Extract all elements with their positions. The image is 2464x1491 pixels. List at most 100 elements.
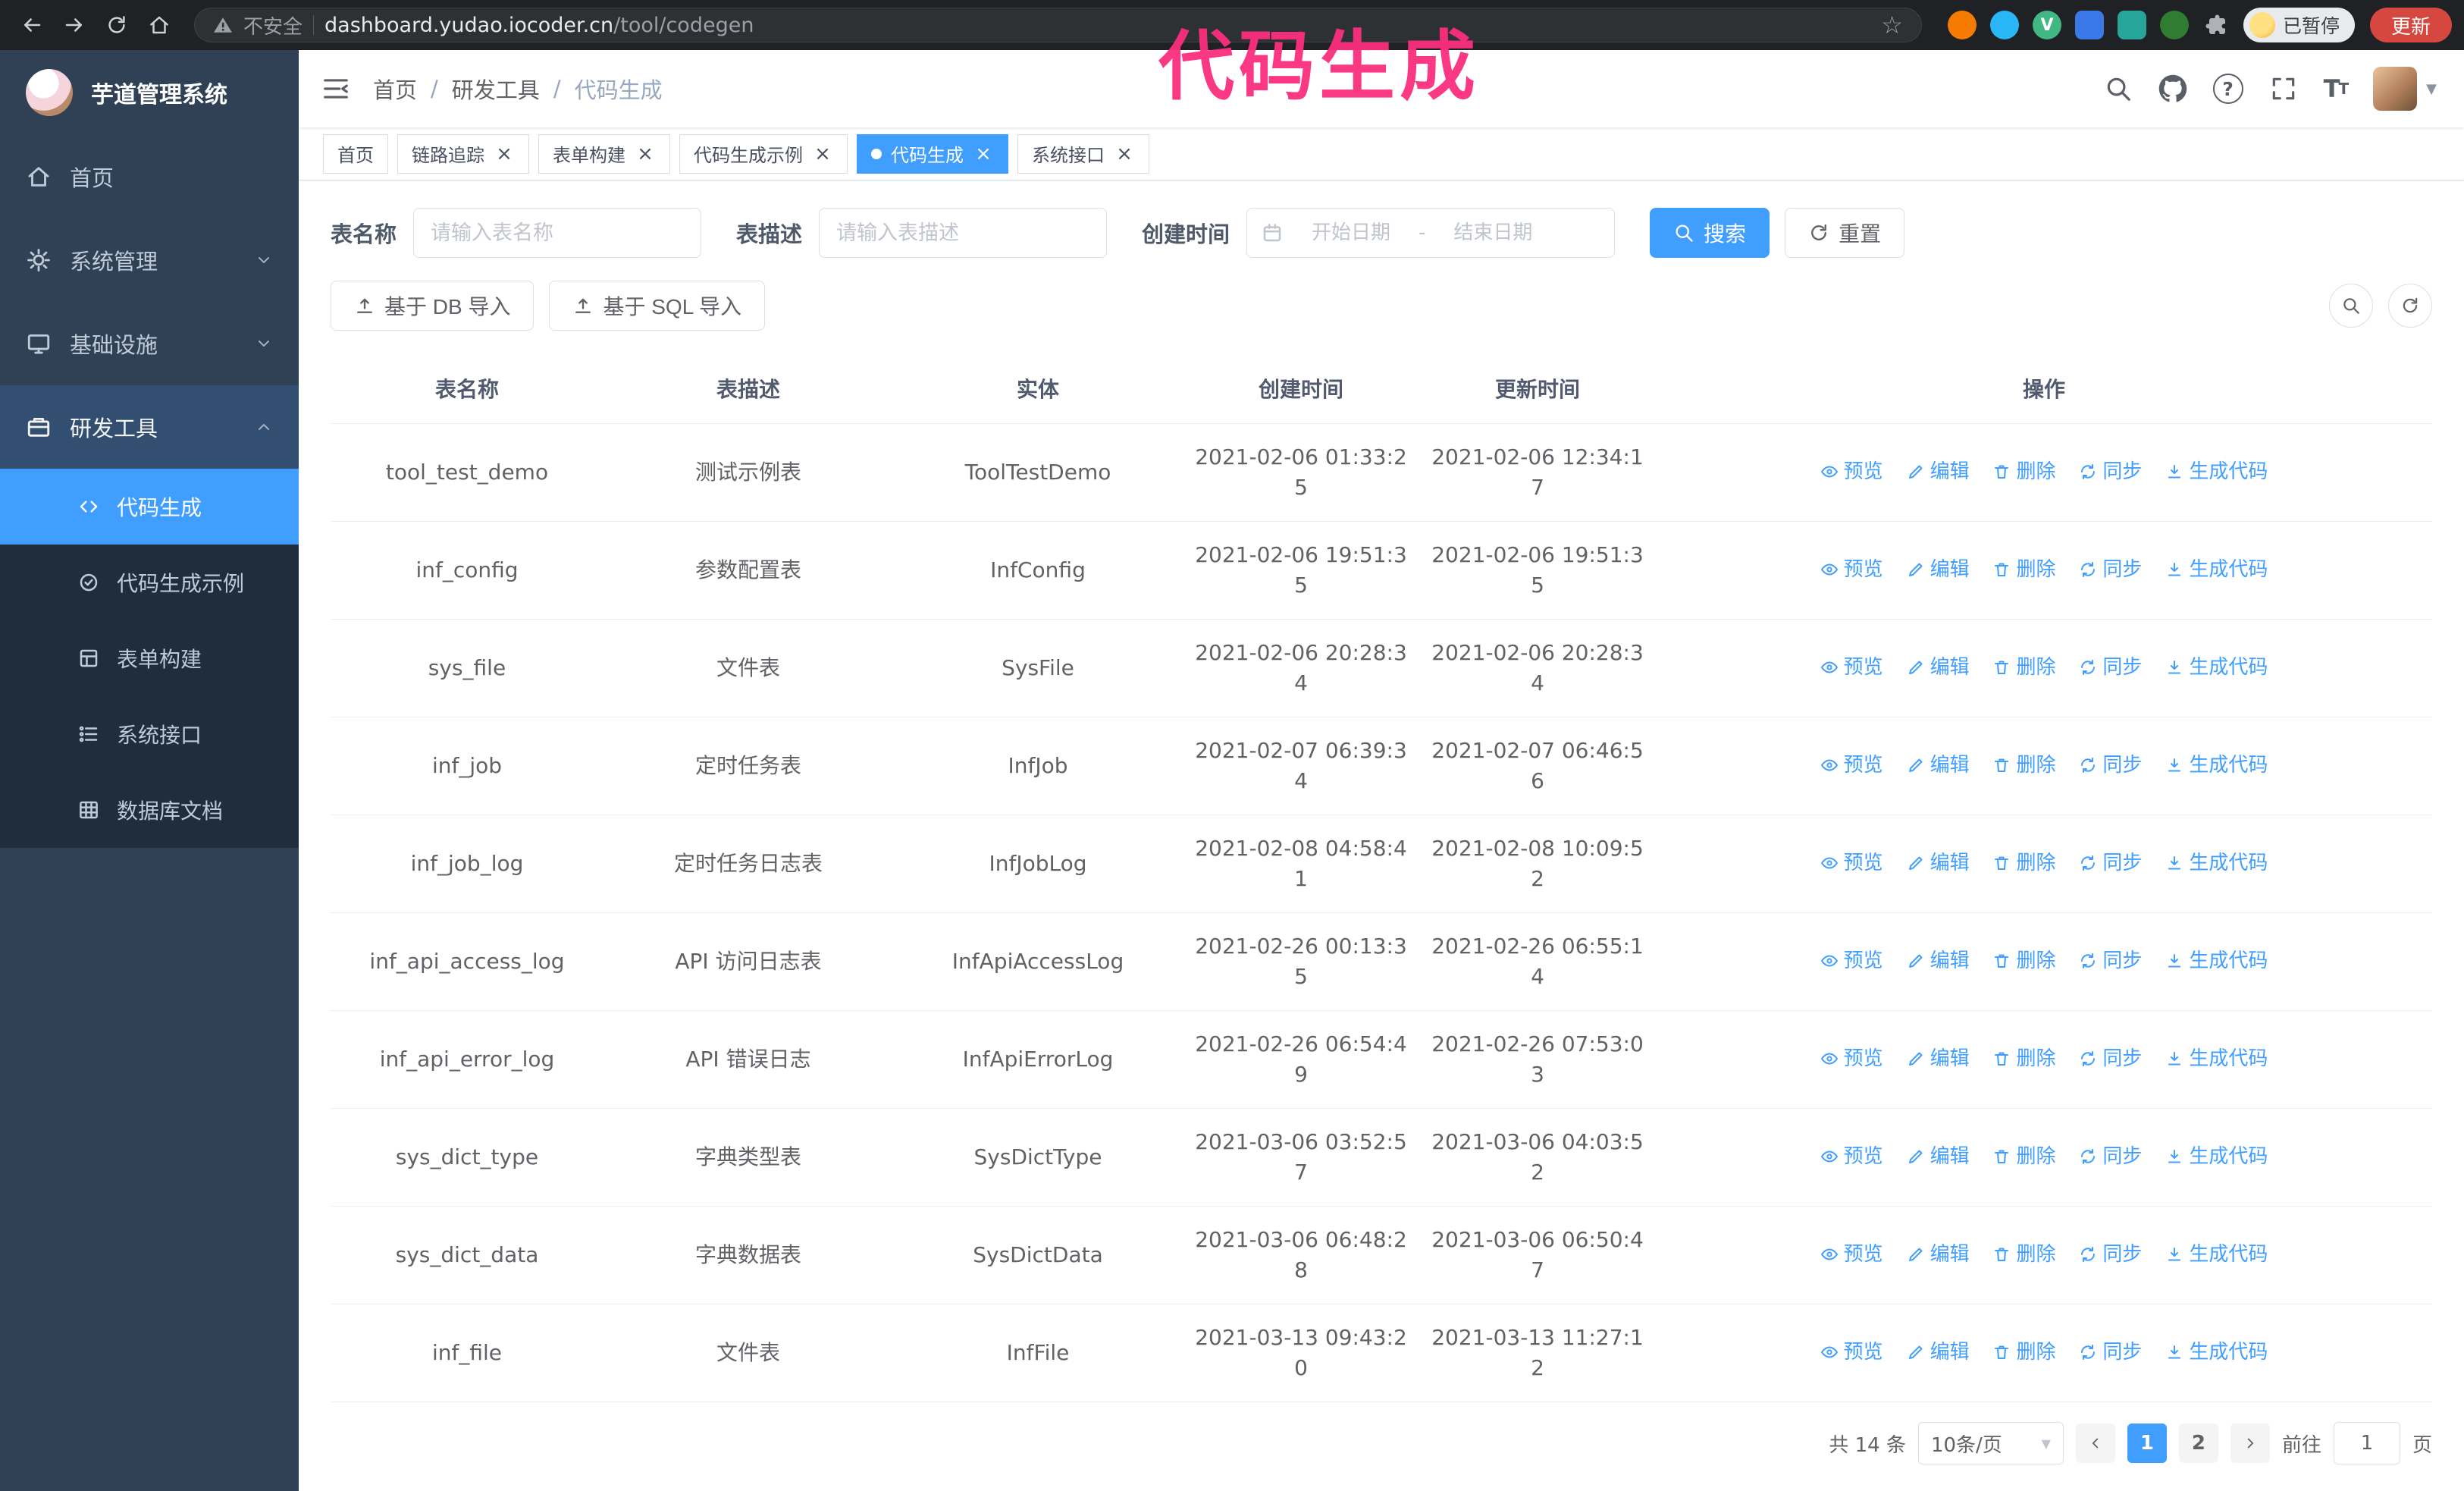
delete-link[interactable]: 删除 [1992, 1141, 2056, 1172]
tab-system-api[interactable]: 系统接口 × [1017, 133, 1149, 174]
sidebar-item-infra[interactable]: 基础设施 [0, 302, 299, 385]
sidebar-item-system[interactable]: 系统管理 [0, 218, 299, 302]
sidebar-item-db-doc[interactable]: 数据库文档 [0, 772, 299, 848]
edit-link[interactable]: 编辑 [1907, 457, 1970, 487]
grid-extension-icon[interactable] [2074, 11, 2104, 39]
tab-home[interactable]: 首页 [323, 133, 388, 174]
edit-link[interactable]: 编辑 [1907, 1239, 1970, 1270]
import-sql-button[interactable]: 基于 SQL 导入 [549, 281, 766, 331]
page-button-1[interactable]: 1 [2127, 1424, 2167, 1463]
generate-code-link[interactable]: 生成代码 [2165, 457, 2268, 487]
sync-link[interactable]: 同步 [2079, 848, 2142, 878]
start-date-input[interactable] [1291, 221, 1412, 244]
help-icon[interactable]: ? [2212, 74, 2243, 104]
delete-link[interactable]: 删除 [1992, 750, 2056, 780]
home-icon[interactable] [140, 5, 179, 45]
import-db-button[interactable]: 基于 DB 导入 [331, 281, 534, 331]
edit-link[interactable]: 编辑 [1907, 554, 1970, 585]
page-button-2[interactable]: 2 [2178, 1424, 2218, 1463]
close-icon[interactable]: × [1114, 143, 1135, 165]
sync-link[interactable]: 同步 [2079, 1239, 2142, 1270]
end-date-input[interactable] [1433, 221, 1553, 244]
delete-link[interactable]: 删除 [1992, 1239, 2056, 1270]
breadcrumb-home[interactable]: 首页 [373, 73, 417, 105]
edit-link[interactable]: 编辑 [1907, 1141, 1970, 1172]
table-name-input[interactable] [413, 208, 702, 258]
next-page-button[interactable] [2230, 1424, 2270, 1463]
generate-code-link[interactable]: 生成代码 [2165, 750, 2268, 780]
generate-code-link[interactable]: 生成代码 [2165, 1044, 2268, 1074]
preview-link[interactable]: 预览 [1820, 1337, 1883, 1367]
generate-code-link[interactable]: 生成代码 [2165, 652, 2268, 683]
tab-tracing[interactable]: 链路追踪 × [397, 133, 529, 174]
sidebar-item-system-api[interactable]: 系统接口 [0, 696, 299, 772]
github-icon[interactable] [2158, 74, 2187, 103]
goto-page-input[interactable] [2333, 1422, 2400, 1464]
search-icon[interactable] [2104, 74, 2133, 103]
preview-link[interactable]: 预览 [1820, 554, 1883, 585]
reload-icon[interactable] [97, 5, 136, 45]
edit-link[interactable]: 编辑 [1907, 848, 1970, 878]
browser-update-button[interactable]: 更新 [2369, 8, 2452, 42]
sync-link[interactable]: 同步 [2079, 1337, 2142, 1367]
toggle-search-icon[interactable] [2329, 284, 2373, 328]
edit-link[interactable]: 编辑 [1907, 652, 1970, 683]
sync-link[interactable]: 同步 [2079, 1044, 2142, 1074]
generate-code-link[interactable]: 生成代码 [2165, 1141, 2268, 1172]
close-icon[interactable]: × [635, 143, 656, 165]
sidebar-item-form-builder[interactable]: 表单构建 [0, 620, 299, 696]
vue-devtools-extension-icon[interactable]: V [2032, 11, 2061, 39]
sidebar-toggle-icon[interactable] [299, 50, 373, 127]
delete-link[interactable]: 删除 [1992, 946, 2056, 976]
font-size-icon[interactable]: TT [2324, 74, 2349, 103]
leaf-extension-icon[interactable] [2159, 11, 2189, 39]
back-icon[interactable] [12, 5, 52, 45]
tab-form-builder[interactable]: 表单构建 × [538, 133, 670, 174]
capture-extension-icon[interactable] [2117, 11, 2146, 39]
delete-link[interactable]: 删除 [1992, 1044, 2056, 1074]
sync-link[interactable]: 同步 [2079, 750, 2142, 780]
table-desc-input[interactable] [819, 208, 1108, 258]
edit-link[interactable]: 编辑 [1907, 750, 1970, 780]
url-bar[interactable]: 不安全 dashboard.yudao.iocoder.cn/tool/code… [194, 8, 1922, 42]
sync-link[interactable]: 同步 [2079, 946, 2142, 976]
sync-link[interactable]: 同步 [2079, 652, 2142, 683]
tab-codegen[interactable]: 代码生成 × [857, 133, 1008, 174]
preview-link[interactable]: 预览 [1820, 1044, 1883, 1074]
delete-link[interactable]: 删除 [1992, 652, 2056, 683]
generate-code-link[interactable]: 生成代码 [2165, 1337, 2268, 1367]
preview-link[interactable]: 预览 [1820, 946, 1883, 976]
flame-extension-icon[interactable] [1947, 11, 1977, 39]
generate-code-link[interactable]: 生成代码 [2165, 848, 2268, 878]
sync-link[interactable]: 同步 [2079, 1141, 2142, 1172]
refresh-table-icon[interactable] [2388, 284, 2432, 328]
search-button[interactable]: 搜索 [1650, 208, 1770, 258]
sidebar-item-home[interactable]: 首页 [0, 135, 299, 218]
close-icon[interactable]: × [973, 143, 994, 165]
sync-link[interactable]: 同步 [2079, 554, 2142, 585]
reset-button[interactable]: 重置 [1785, 208, 1905, 258]
generate-code-link[interactable]: 生成代码 [2165, 1239, 2268, 1270]
user-menu[interactable]: ▼ [2373, 67, 2437, 111]
bookmark-star-icon[interactable]: ☆ [1881, 11, 1903, 39]
delete-link[interactable]: 删除 [1992, 457, 2056, 487]
forward-icon[interactable] [55, 5, 94, 45]
drop-extension-icon[interactable] [1989, 11, 2019, 39]
generate-code-link[interactable]: 生成代码 [2165, 946, 2268, 976]
edit-link[interactable]: 编辑 [1907, 1044, 1970, 1074]
preview-link[interactable]: 预览 [1820, 1141, 1883, 1172]
preview-link[interactable]: 预览 [1820, 652, 1883, 683]
sync-link[interactable]: 同步 [2079, 457, 2142, 487]
sidebar-item-devtools[interactable]: 研发工具 [0, 385, 299, 469]
delete-link[interactable]: 删除 [1992, 848, 2056, 878]
fullscreen-icon[interactable] [2269, 74, 2298, 103]
preview-link[interactable]: 预览 [1820, 750, 1883, 780]
delete-link[interactable]: 删除 [1992, 554, 2056, 585]
sidebar-item-codegen-example[interactable]: 代码生成示例 [0, 545, 299, 620]
delete-link[interactable]: 删除 [1992, 1337, 2056, 1367]
puzzle-extensions-icon[interactable] [2202, 11, 2230, 39]
generate-code-link[interactable]: 生成代码 [2165, 554, 2268, 585]
breadcrumb-devtools[interactable]: 研发工具 [452, 73, 540, 105]
edit-link[interactable]: 编辑 [1907, 1337, 1970, 1367]
preview-link[interactable]: 预览 [1820, 848, 1883, 878]
